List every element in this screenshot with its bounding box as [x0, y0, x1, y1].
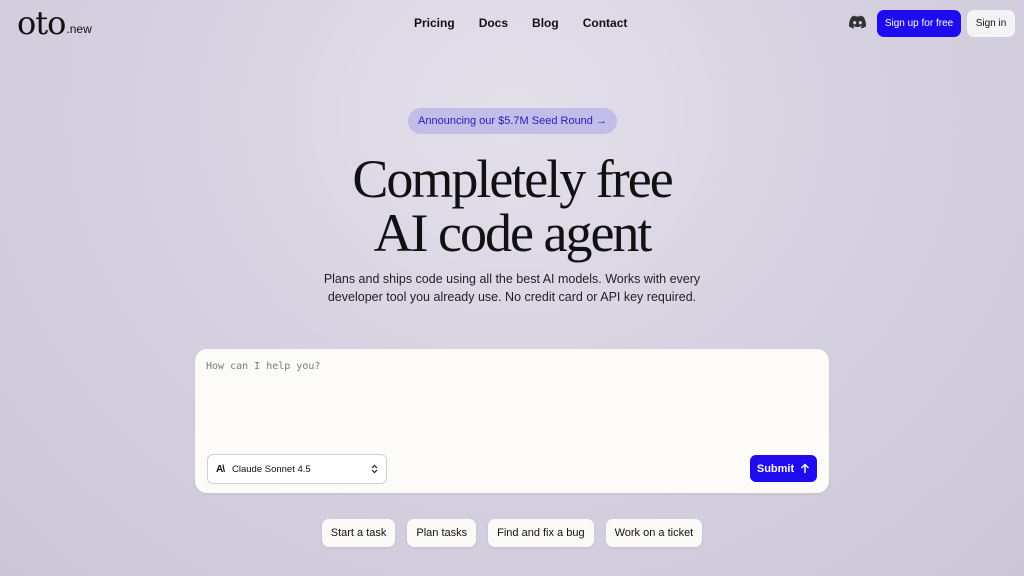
hero-title-line-2: AI code agent — [373, 203, 653, 263]
chevron-up-down-icon — [371, 464, 378, 474]
sign-in-button[interactable]: Sign in — [967, 10, 1015, 37]
chip-find-fix-bug[interactable]: Find and fix a bug — [488, 519, 594, 547]
suggestion-chips: Start a task Plan tasks Find and fix a b… — [0, 519, 1024, 547]
hero-subtitle-line-1: Plans and ships code using all the best … — [323, 272, 701, 286]
submit-label: Submit — [756, 462, 795, 475]
logo-suffix: .new — [66, 22, 92, 36]
model-select-label: Claude Sonnet 4.5 — [232, 463, 311, 475]
prompt-input[interactable] — [206, 361, 816, 441]
nav-contact[interactable]: Contact — [583, 15, 628, 31]
logo-wordmark: oto — [17, 4, 66, 42]
chip-start-task[interactable]: Start a task — [321, 519, 396, 547]
announcement-badge[interactable]: Announcing our $5.7M Seed Round → — [408, 108, 617, 134]
chip-work-on-ticket[interactable]: Work on a ticket — [605, 519, 703, 547]
sign-up-button[interactable]: Sign up for free — [877, 10, 961, 37]
nav-blog[interactable]: Blog — [532, 15, 559, 31]
submit-button[interactable]: Submit — [750, 455, 817, 482]
hero-title-line-1: Completely free — [352, 149, 673, 209]
hero-subtitle: Plans and ships code using all the best … — [0, 270, 1024, 306]
hero-subtitle-line-2: developer tool you already use. No credi… — [327, 290, 697, 304]
nav-pricing[interactable]: Pricing — [414, 15, 455, 31]
logo[interactable]: oto .new — [17, 6, 92, 40]
anthropic-icon: A\ — [216, 463, 225, 475]
discord-icon[interactable] — [849, 15, 866, 29]
hero-title: Completely free AI code agent — [0, 152, 1024, 260]
prompt-panel: A\ Claude Sonnet 4.5 Submit — [195, 349, 829, 493]
chip-plan-tasks[interactable]: Plan tasks — [407, 519, 477, 547]
model-select[interactable]: A\ Claude Sonnet 4.5 — [207, 454, 387, 484]
arrow-up-icon — [801, 463, 810, 473]
main-nav: Pricing Docs Blog Contact — [414, 15, 627, 31]
nav-docs[interactable]: Docs — [479, 15, 508, 31]
